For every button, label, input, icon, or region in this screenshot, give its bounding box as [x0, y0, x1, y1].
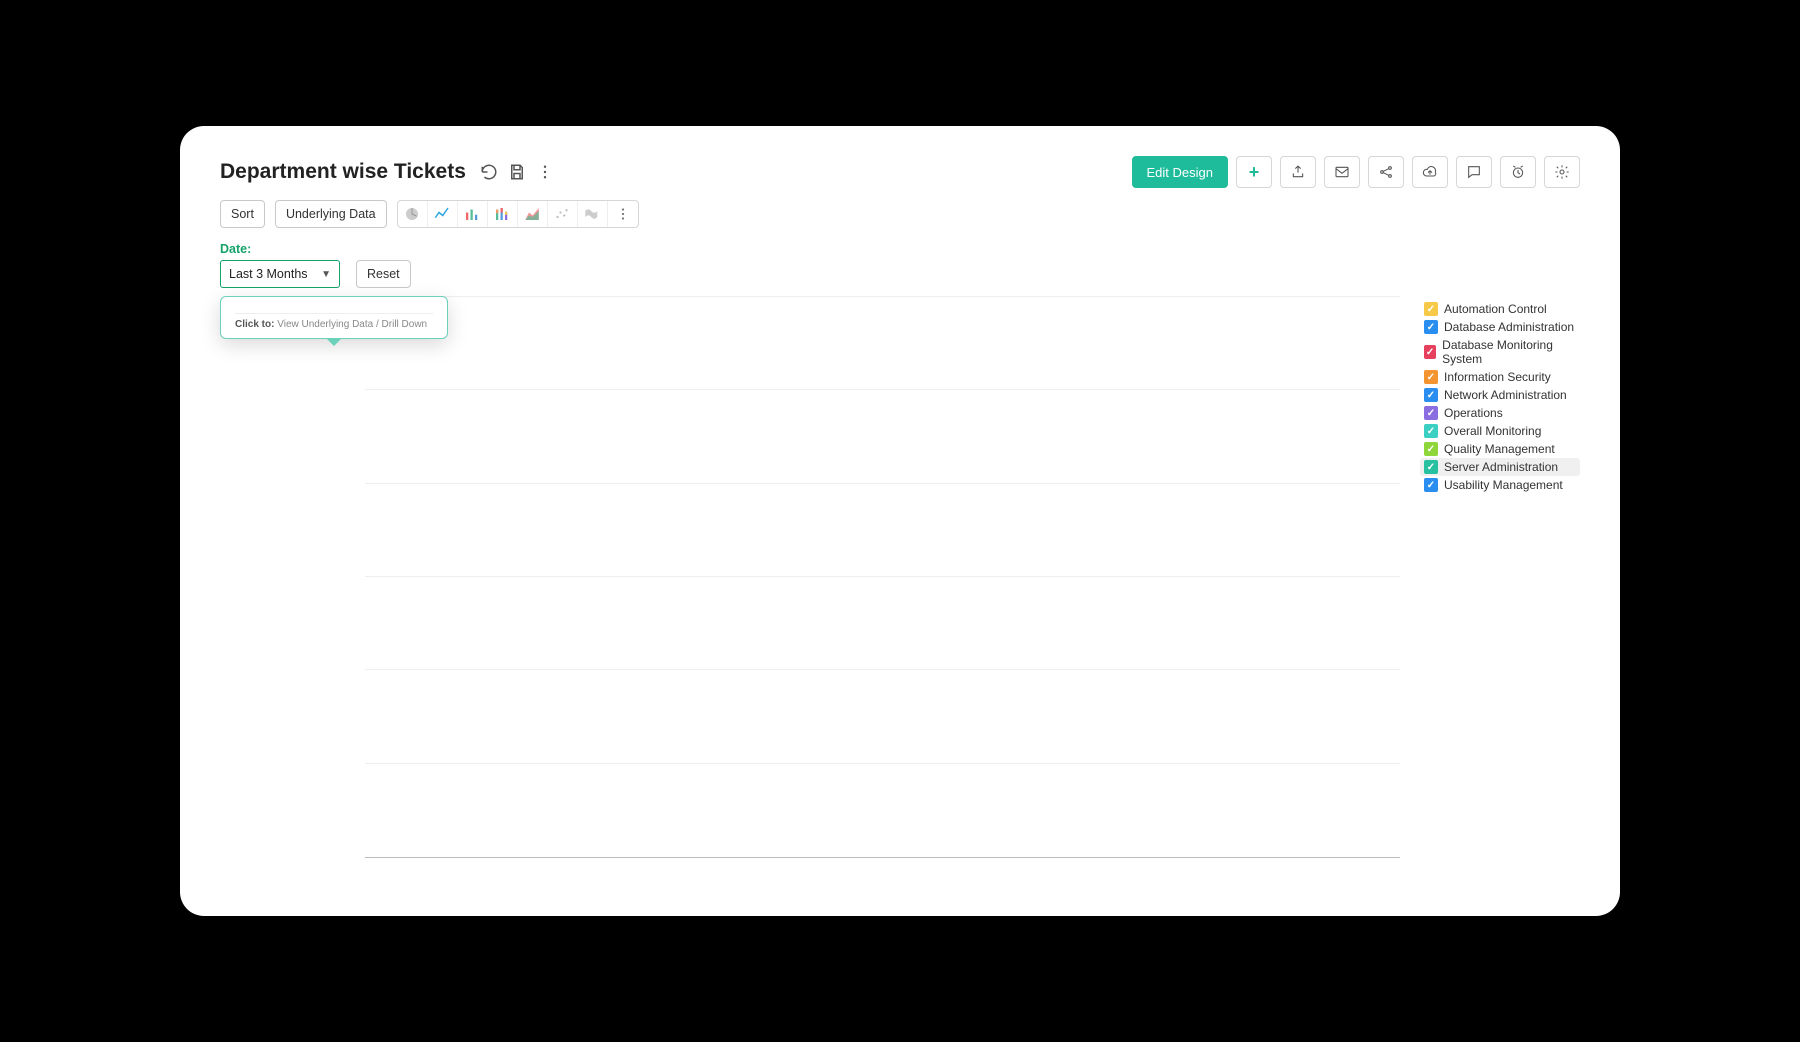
legend-checkbox: ✓: [1424, 424, 1438, 438]
reset-button[interactable]: Reset: [356, 260, 411, 288]
date-filter: Date: Last 3 Months ▼: [220, 242, 340, 288]
legend-item[interactable]: ✓ Overall Monitoring: [1420, 422, 1580, 440]
legend-checkbox: ✓: [1424, 345, 1436, 359]
gridline: [365, 763, 1400, 764]
refresh-icon[interactable]: [480, 163, 498, 181]
export-button[interactable]: [1280, 156, 1316, 188]
filter-row: Date: Last 3 Months ▼ Reset: [220, 242, 1580, 288]
toolbar: Sort Underlying Data: [220, 200, 1580, 228]
report-card: Department wise Tickets Edit Design +: [180, 126, 1620, 916]
filter-label: Date:: [220, 242, 340, 256]
legend-label: Usability Management: [1444, 478, 1563, 492]
gridline: [365, 669, 1400, 670]
chart-type-area-icon[interactable]: [518, 201, 548, 227]
legend-checkbox: ✓: [1424, 388, 1438, 402]
legend-item[interactable]: ✓ Information Security: [1420, 368, 1580, 386]
tooltip-foot-action: View Underlying Data / Drill Down: [277, 319, 427, 330]
x-axis: [365, 857, 1400, 858]
title-row: Department wise Tickets: [220, 160, 554, 184]
header-actions: Edit Design +: [1132, 156, 1580, 188]
legend: ✓ Automation Control ✓ Database Administrat…: [1400, 296, 1580, 886]
share-button[interactable]: [1368, 156, 1404, 188]
comment-button[interactable]: [1456, 156, 1492, 188]
header: Department wise Tickets Edit Design +: [220, 156, 1580, 188]
gridline: [365, 576, 1400, 577]
plot: Click to: View Underlying Data / Drill D…: [220, 296, 1400, 886]
underlying-data-button[interactable]: Underlying Data: [275, 200, 387, 228]
save-icon[interactable]: [508, 163, 526, 181]
chart-type-pie-icon[interactable]: [398, 201, 428, 227]
publish-button[interactable]: [1412, 156, 1448, 188]
legend-item[interactable]: ✓ Database Administration: [1420, 318, 1580, 336]
legend-item[interactable]: ✓ Database Monitoring System: [1420, 336, 1580, 368]
chart-type-more-icon[interactable]: [608, 201, 638, 227]
chevron-down-icon: ▼: [321, 269, 331, 280]
legend-checkbox: ✓: [1424, 320, 1438, 334]
legend-item[interactable]: ✓ Usability Management: [1420, 476, 1580, 494]
legend-item[interactable]: ✓ Quality Management: [1420, 440, 1580, 458]
page-title: Department wise Tickets: [220, 160, 466, 184]
legend-checkbox: ✓: [1424, 478, 1438, 492]
chart-area: Click to: View Underlying Data / Drill D…: [220, 296, 1580, 886]
chart-type-line-icon[interactable]: [428, 201, 458, 227]
legend-label: Server Administration: [1444, 460, 1558, 474]
edit-design-button[interactable]: Edit Design: [1132, 156, 1228, 188]
legend-label: Database Administration: [1444, 320, 1574, 334]
chart-type-scatter-icon[interactable]: [548, 201, 578, 227]
gridline: [365, 296, 1400, 297]
legend-checkbox: ✓: [1424, 406, 1438, 420]
kebab-icon[interactable]: [536, 163, 554, 181]
alarm-button[interactable]: [1500, 156, 1536, 188]
tooltip-foot-prefix: Click to:: [235, 319, 274, 330]
legend-item[interactable]: ✓ Server Administration: [1420, 458, 1580, 476]
add-button[interactable]: +: [1236, 156, 1272, 188]
sort-button[interactable]: Sort: [220, 200, 265, 228]
legend-checkbox: ✓: [1424, 370, 1438, 384]
legend-item[interactable]: ✓ Operations: [1420, 404, 1580, 422]
legend-item[interactable]: ✓ Network Administration: [1420, 386, 1580, 404]
legend-checkbox: ✓: [1424, 460, 1438, 474]
legend-label: Automation Control: [1444, 302, 1547, 316]
chart-type-map-icon[interactable]: [578, 201, 608, 227]
legend-label: Overall Monitoring: [1444, 424, 1541, 438]
legend-label: Information Security: [1444, 370, 1551, 384]
chart-type-stacked-icon[interactable]: [488, 201, 518, 227]
date-select-value: Last 3 Months: [229, 267, 308, 281]
title-icons: [480, 163, 554, 181]
tooltip: Click to: View Underlying Data / Drill D…: [220, 296, 448, 339]
legend-label: Database Monitoring System: [1442, 338, 1576, 366]
legend-label: Network Administration: [1444, 388, 1567, 402]
settings-button[interactable]: [1544, 156, 1580, 188]
date-select[interactable]: Last 3 Months ▼: [220, 260, 340, 288]
chart-type-bar-icon[interactable]: [458, 201, 488, 227]
legend-item[interactable]: ✓ Automation Control: [1420, 300, 1580, 318]
legend-label: Operations: [1444, 406, 1503, 420]
chart-type-group: [397, 200, 639, 228]
tooltip-footer: Click to: View Underlying Data / Drill D…: [235, 313, 433, 330]
mail-button[interactable]: [1324, 156, 1360, 188]
gridline: [365, 389, 1400, 390]
legend-checkbox: ✓: [1424, 442, 1438, 456]
legend-checkbox: ✓: [1424, 302, 1438, 316]
gridline: [365, 483, 1400, 484]
legend-label: Quality Management: [1444, 442, 1555, 456]
